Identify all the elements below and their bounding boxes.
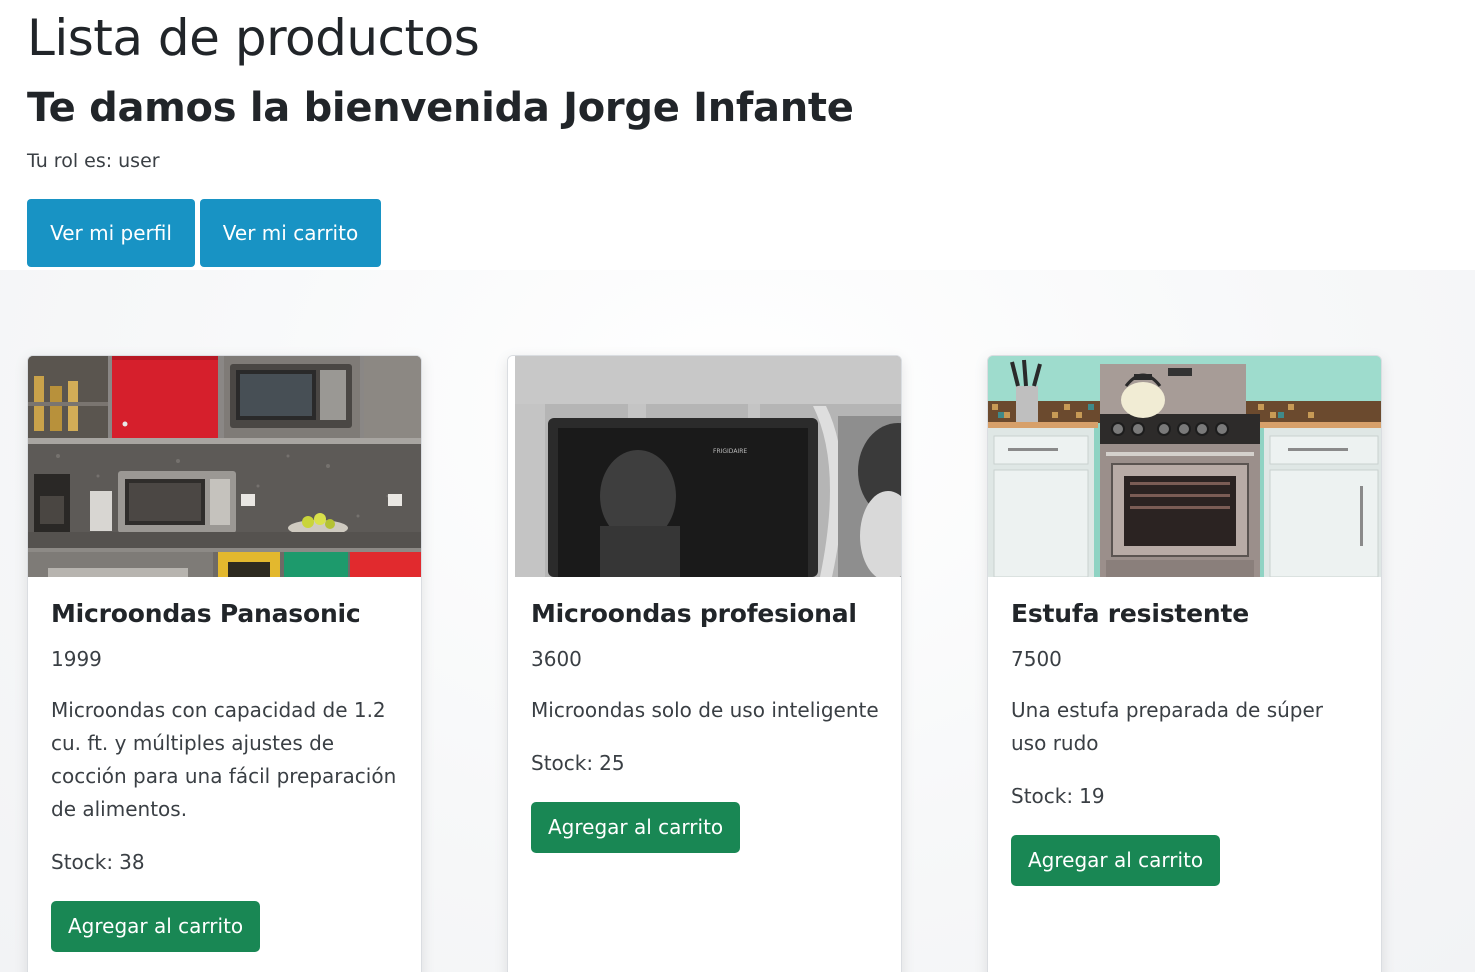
product-name: Microondas Panasonic <box>51 599 361 628</box>
product-description: Microondas con capacidad de 1.2 cu. ft. … <box>51 698 397 821</box>
product-price: 7500 <box>1011 647 1062 671</box>
stock-label: Stock: <box>1011 784 1074 808</box>
card-body: Estufa resistente 7500 Una estufa prepar… <box>1011 596 1361 886</box>
stock-value: 38 <box>119 850 145 874</box>
add-to-cart-button[interactable]: Agregar al carrito <box>51 901 261 952</box>
product-price: 1999 <box>51 647 102 671</box>
svg-text:FRIGIDAIRE: FRIGIDAIRE <box>713 448 747 455</box>
product-name: Estufa resistente <box>1011 599 1249 628</box>
stock-label: Stock: <box>531 751 594 775</box>
add-to-cart-button[interactable]: Agregar al carrito <box>1011 835 1221 886</box>
add-to-cart-button[interactable]: Agregar al carrito <box>531 802 741 853</box>
role-label: Tu rol es: <box>27 150 113 172</box>
view-profile-button[interactable]: Ver mi perfil <box>27 199 195 267</box>
product-card: FRIGIDAIRE Microondas profesional 3600 M… <box>507 355 902 972</box>
product-image-stove <box>988 356 1381 577</box>
product-name: Microondas profesional <box>531 599 857 628</box>
stock-value: 19 <box>1079 784 1105 808</box>
stock-value: 25 <box>599 751 625 775</box>
card-body: Microondas profesional 3600 Microondas s… <box>531 596 881 853</box>
welcome-heading: Te damos la bienvenida Jorge Infante <box>27 85 854 131</box>
page: Lista de productos Te damos la bienvenid… <box>0 0 1475 972</box>
product-stock: Stock: 19 <box>1011 780 1361 813</box>
product-image-kitchen-microwave <box>28 356 421 577</box>
product-card: Estufa resistente 7500 Una estufa prepar… <box>987 355 1382 972</box>
role-value: user <box>118 150 160 172</box>
product-description: Microondas solo de uso inteligente <box>531 698 879 722</box>
page-title: Lista de productos <box>27 9 480 67</box>
product-image-microwave: FRIGIDAIRE <box>508 356 901 577</box>
stock-label: Stock: <box>51 850 114 874</box>
product-stock: Stock: 25 <box>531 747 881 780</box>
product-description: Una estufa preparada de súper uso rudo <box>1011 698 1324 755</box>
user-role: Tu rol es: user <box>27 148 160 174</box>
card-body: Microondas Panasonic 1999 Microondas con… <box>51 596 401 952</box>
product-stock: Stock: 38 <box>51 846 401 879</box>
product-price: 3600 <box>531 647 582 671</box>
product-card: Microondas Panasonic 1999 Microondas con… <box>27 355 422 972</box>
view-cart-button[interactable]: Ver mi carrito <box>200 199 381 267</box>
